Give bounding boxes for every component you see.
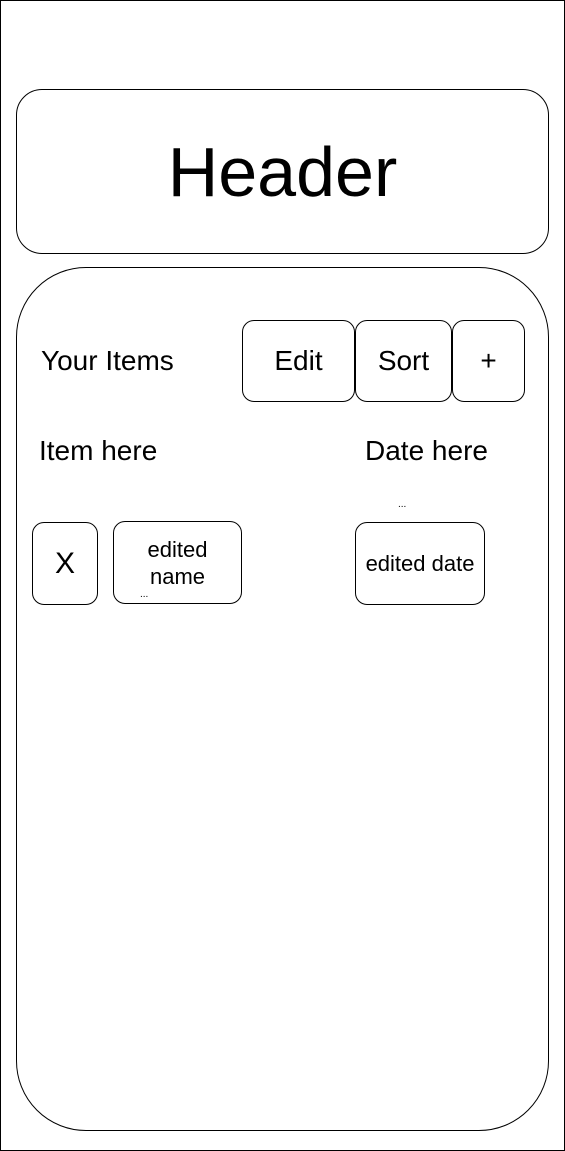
name-ellipsis: ... <box>140 589 149 600</box>
delete-item-button[interactable]: X <box>32 522 98 605</box>
sort-button[interactable]: Sort <box>355 320 452 402</box>
item-column-header: Item here <box>39 435 158 466</box>
page-title: Header <box>167 132 398 211</box>
add-item-button[interactable]: + <box>452 320 525 402</box>
section-title: Your Items <box>41 345 174 376</box>
item-name-value: edited name <box>147 536 208 589</box>
date-ellipsis: ... <box>398 499 407 510</box>
header-card: Header <box>16 89 549 254</box>
item-date-field[interactable]: edited date <box>355 522 485 605</box>
item-name-field[interactable]: edited name <box>113 521 242 604</box>
date-column-header: Date here <box>365 435 488 466</box>
edit-button[interactable]: Edit <box>242 320 355 402</box>
